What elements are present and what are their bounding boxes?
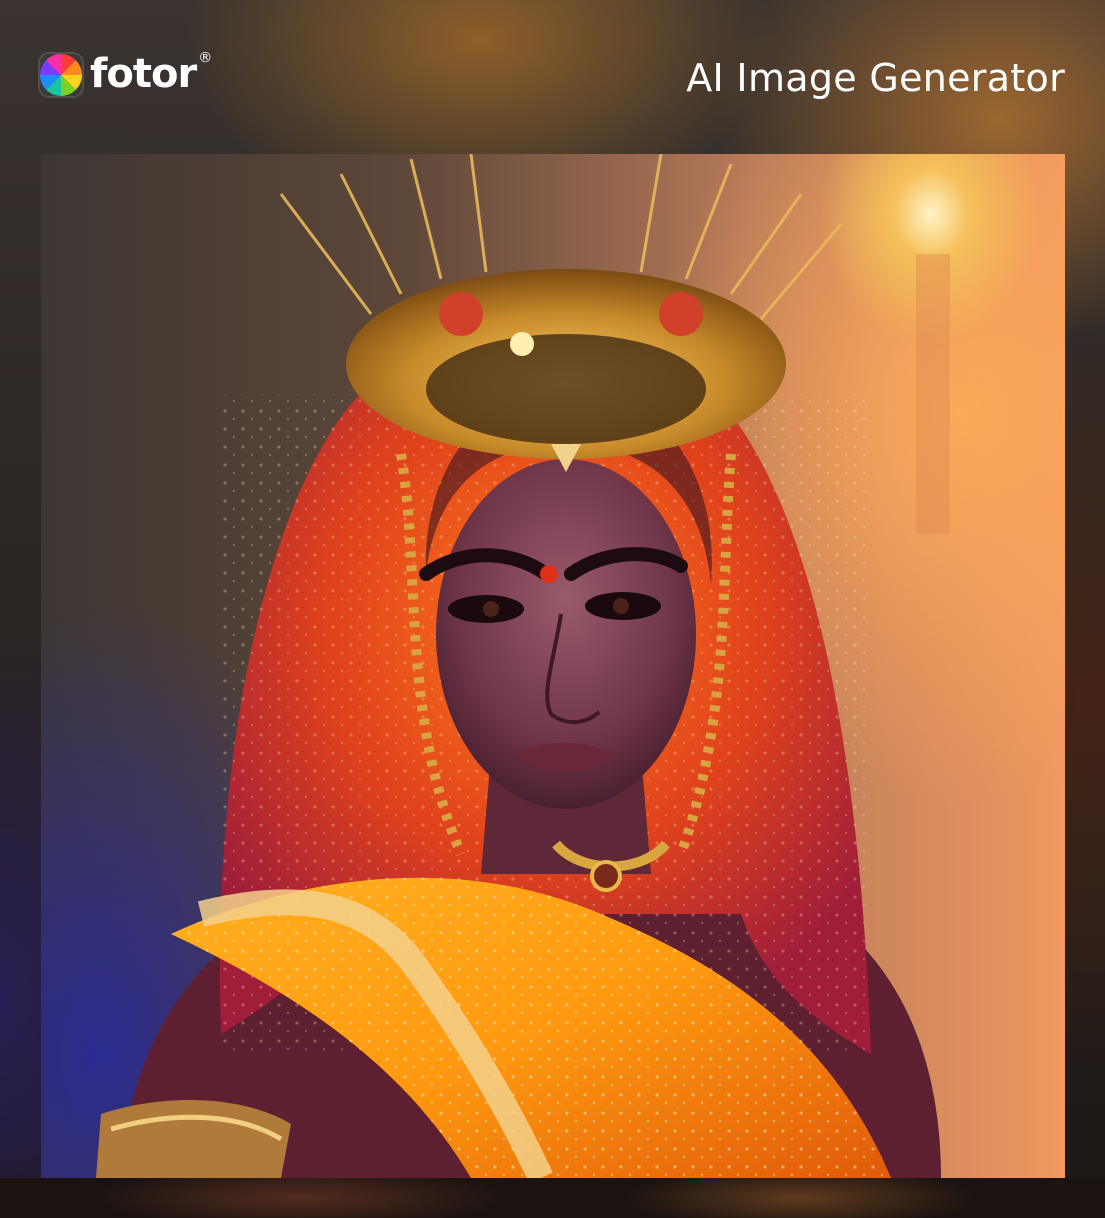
bottom-blur-strip [0, 1178, 1105, 1218]
page-title: AI Image Generator [686, 56, 1065, 100]
fotor-logo[interactable]: fotor ® [40, 50, 212, 98]
fotor-petal-logo-icon [40, 54, 82, 96]
brand-wordmark: fotor [90, 51, 197, 97]
registered-mark: ® [198, 50, 213, 66]
generated-portrait-image [41, 154, 1065, 1178]
portrait-illustration [96, 154, 950, 1178]
promo-frame: fotor ® AI Image Generator [0, 0, 1105, 1218]
